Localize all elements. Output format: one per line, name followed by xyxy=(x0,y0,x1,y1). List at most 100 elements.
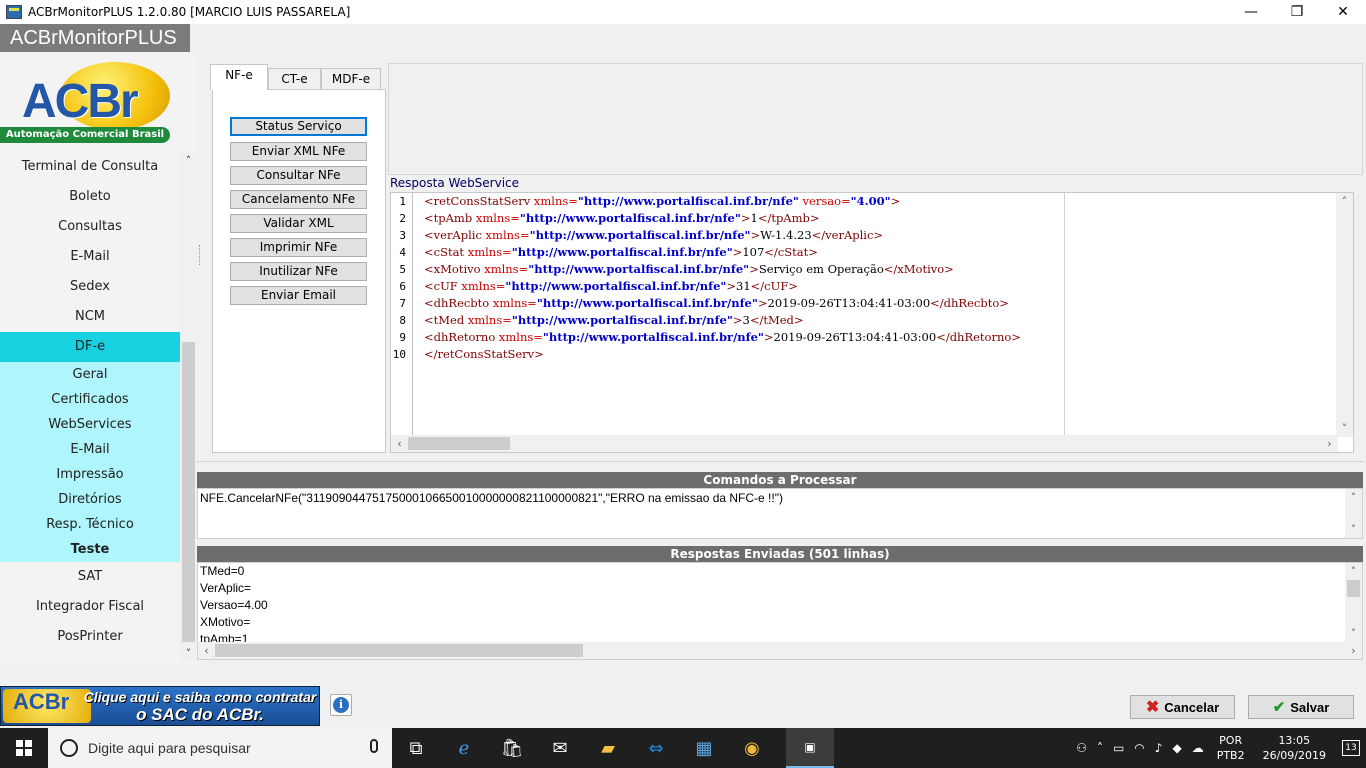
wifi-icon[interactable]: ◠ xyxy=(1129,741,1149,755)
scroll-down-icon[interactable]: ˅ xyxy=(180,645,197,662)
sidebar-item-posprinter[interactable]: PosPrinter xyxy=(0,622,180,652)
save-button[interactable]: ✔ Salvar xyxy=(1248,695,1354,719)
teamviewer-icon[interactable]: ⇔ xyxy=(632,728,680,768)
sidebar-item-dfe[interactable]: DF-e xyxy=(0,332,180,362)
sidebar-menu: Terminal de Consulta Boleto Consultas E-… xyxy=(0,152,180,652)
enviar-email-button[interactable]: Enviar Email xyxy=(230,286,367,305)
respostas-textarea[interactable]: TMed=0 VerAplic= Versao=4.00 XMotivo= tp… xyxy=(197,562,1363,660)
scroll-down-icon[interactable]: ˅ xyxy=(1345,625,1362,642)
minimize-button[interactable]: — xyxy=(1228,0,1274,24)
acbr-monitor-taskbar-icon[interactable]: ▣ xyxy=(786,728,834,768)
cancelamento-nfe-button[interactable]: Cancelamento NFe xyxy=(230,190,367,209)
sidebar-item-terminal-consulta[interactable]: Terminal de Consulta xyxy=(0,152,180,182)
vertical-splitter[interactable] xyxy=(199,245,202,265)
submenu-item-webservices[interactable]: WebServices xyxy=(0,412,180,437)
imprimir-nfe-button[interactable]: Imprimir NFe xyxy=(230,238,367,257)
tab-nfe[interactable]: NF-e xyxy=(210,64,268,90)
sidebar-item-sedex[interactable]: Sedex xyxy=(0,272,180,302)
resposta-line: TMed=0 xyxy=(200,564,245,578)
resposta-webservice-label: Resposta WebService xyxy=(390,176,520,190)
sidebar-item-sat[interactable]: SAT xyxy=(0,562,180,592)
consultar-nfe-button[interactable]: Consultar NFe xyxy=(230,166,367,185)
comandos-scrollbar[interactable]: ˄ ˅ xyxy=(1345,489,1362,538)
editor-horizontal-scrollbar[interactable]: ‹ › xyxy=(391,435,1338,452)
notifications-icon[interactable]: 13 xyxy=(1336,728,1366,768)
sidebar-item-ncm[interactable]: NCM xyxy=(0,302,180,332)
editor-hscroll-thumb[interactable] xyxy=(408,437,510,450)
ws-top-panel xyxy=(388,63,1363,175)
mail-icon[interactable]: ✉ xyxy=(536,728,584,768)
code-line: <tMed xmlns="http://www.portalfiscal.inf… xyxy=(424,313,804,327)
scroll-up-icon[interactable]: ˄ xyxy=(180,152,197,169)
enviar-xml-nfe-button[interactable]: Enviar XML NFe xyxy=(230,142,367,161)
submenu-item-teste[interactable]: Teste xyxy=(0,537,180,562)
submenu-item-certificados[interactable]: Certificados xyxy=(0,387,180,412)
scroll-left-icon[interactable]: ‹ xyxy=(391,435,408,452)
respostas-vscroll-thumb[interactable] xyxy=(1347,580,1360,597)
sidebar-scroll-thumb[interactable] xyxy=(182,342,195,642)
dfe-submenu: Geral Certificados WebServices E-Mail Im… xyxy=(0,362,180,562)
scroll-up-icon[interactable]: ˄ xyxy=(1345,489,1362,506)
xml-response-editor[interactable]: 1 2 3 4 5 6 7 8 9 10 <retConsStatServ xm… xyxy=(390,192,1354,453)
microphone-icon[interactable] xyxy=(370,739,378,753)
submenu-item-resp-tecnico[interactable]: Resp. Técnico xyxy=(0,512,180,537)
submenu-item-email[interactable]: E-Mail xyxy=(0,437,180,462)
inutilizar-nfe-button[interactable]: Inutilizar NFe xyxy=(230,262,367,281)
scroll-down-icon[interactable]: ˅ xyxy=(1345,521,1362,538)
scroll-right-icon[interactable]: › xyxy=(1345,642,1362,659)
dropbox-icon[interactable]: ◆ xyxy=(1167,741,1186,755)
cancel-button[interactable]: ✖ Cancelar xyxy=(1130,695,1235,719)
store-icon[interactable]: 🛍 xyxy=(488,728,536,768)
onedrive-icon[interactable]: ☁ xyxy=(1187,741,1209,755)
scroll-down-icon[interactable]: ˅ xyxy=(1336,420,1353,437)
resposta-line: Versao=4.00 xyxy=(200,598,268,612)
validar-xml-button[interactable]: Validar XML xyxy=(230,214,367,233)
file-explorer-icon[interactable]: ▰ xyxy=(584,728,632,768)
scroll-left-icon[interactable]: ‹ xyxy=(198,642,215,659)
banner-text: Clique aqui e saiba como contratar o SAC… xyxy=(83,689,317,724)
edge-icon[interactable]: ℯ xyxy=(440,728,488,768)
taskbar-search[interactable]: Digite aqui para pesquisar xyxy=(48,728,392,768)
tab-mdfe[interactable]: MDF-e xyxy=(321,68,381,90)
sidebar-item-boleto[interactable]: Boleto xyxy=(0,182,180,212)
line-number-gutter: 1 2 3 4 5 6 7 8 9 10 xyxy=(391,193,413,437)
sidebar-item-consultas[interactable]: Consultas xyxy=(0,212,180,242)
comandos-textarea[interactable]: NFE.CancelarNFe("31190904475175000106650… xyxy=(197,488,1363,539)
submenu-item-impressao[interactable]: Impressão xyxy=(0,462,180,487)
sidebar-item-integrador-fiscal[interactable]: Integrador Fiscal xyxy=(0,592,180,622)
start-button[interactable] xyxy=(0,728,48,768)
volume-icon[interactable]: ♪ xyxy=(1150,741,1168,755)
scroll-right-icon[interactable]: › xyxy=(1321,435,1338,452)
chrome-icon[interactable]: ◉ xyxy=(728,728,776,768)
editor-vertical-scrollbar[interactable]: ˄ ˅ xyxy=(1336,193,1353,437)
info-button[interactable]: i xyxy=(330,694,352,716)
submenu-item-diretorios[interactable]: Diretórios xyxy=(0,487,180,512)
banner-logo: ACBr xyxy=(3,689,91,723)
status-servico-button[interactable]: Status Serviço xyxy=(230,117,367,136)
scroll-up-icon[interactable]: ˄ xyxy=(1336,193,1353,210)
windows-taskbar: Digite aqui para pesquisar ⧉ ℯ 🛍 ✉ ▰ ⇔ ▦… xyxy=(0,728,1366,768)
submenu-item-geral[interactable]: Geral xyxy=(0,362,180,387)
sidebar-scrollbar[interactable]: ˄ ˅ xyxy=(180,152,197,662)
horizontal-splitter[interactable] xyxy=(197,461,1363,468)
scroll-up-icon[interactable]: ˄ xyxy=(1345,563,1362,580)
nfe-tab-panel: Status Serviço Enviar XML NFe Consultar … xyxy=(212,89,386,453)
sidebar-item-email[interactable]: E-Mail xyxy=(0,242,180,272)
respostas-horizontal-scrollbar[interactable]: ‹ › xyxy=(198,642,1362,659)
people-icon[interactable]: ⚇ xyxy=(1071,741,1092,755)
tray-expand-icon[interactable]: ˄ xyxy=(1092,741,1108,755)
close-button[interactable]: ✕ xyxy=(1320,0,1366,24)
maximize-button[interactable]: ❐ xyxy=(1274,0,1320,24)
respostas-vertical-scrollbar[interactable]: ˄ ˅ xyxy=(1345,563,1362,642)
cancel-x-icon: ✖ xyxy=(1145,699,1160,716)
battery-icon[interactable]: ▭ xyxy=(1108,741,1129,755)
app-grid-icon[interactable]: ▦ xyxy=(680,728,728,768)
code-line: <dhRetorno xmlns="http://www.portalfisca… xyxy=(424,330,1021,344)
comandos-header: Comandos a Processar xyxy=(197,472,1363,488)
clock[interactable]: 13:05 26/09/2019 xyxy=(1253,733,1336,763)
tab-cte[interactable]: CT-e xyxy=(268,68,321,90)
sac-banner[interactable]: ACBr Clique aqui e saiba como contratar … xyxy=(0,686,320,726)
respostas-hscroll-thumb[interactable] xyxy=(215,644,583,657)
language-indicator[interactable]: POR PTB2 xyxy=(1209,733,1253,763)
task-view-icon[interactable]: ⧉ xyxy=(392,728,440,768)
